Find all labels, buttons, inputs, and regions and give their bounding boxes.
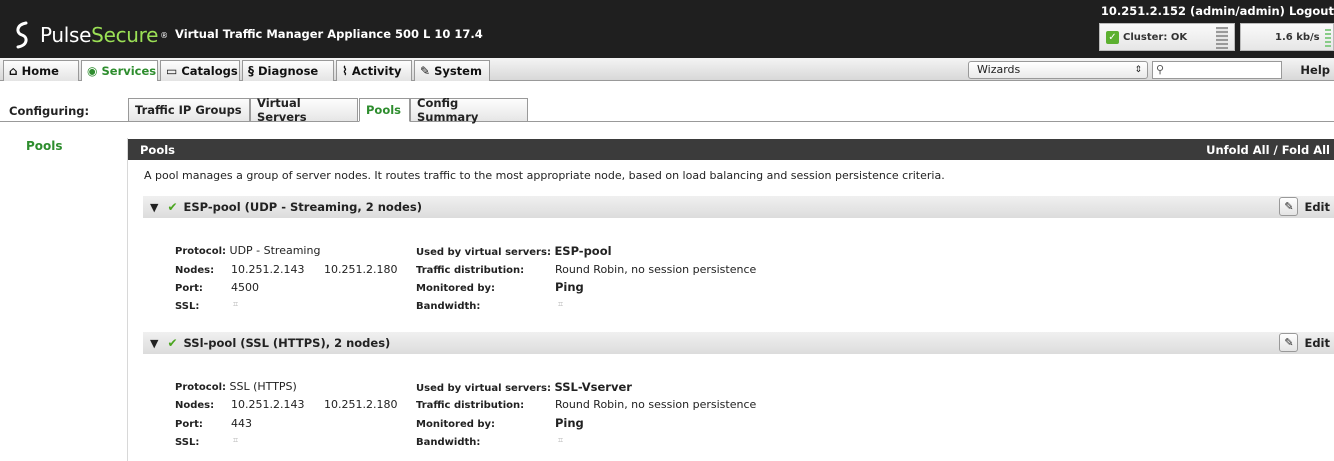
trademark: ® — [160, 30, 169, 40]
tab-traffic-ip-groups[interactable]: Traffic IP Groups — [128, 98, 250, 122]
sidebar-divider — [127, 138, 128, 461]
virtual-server-link[interactable]: ESP-pool — [554, 244, 611, 258]
bandwidth-unset-icon: ⌗ — [558, 436, 564, 446]
brand-name: PulseSecure — [40, 23, 159, 47]
pool-header-ssl[interactable]: ▼ ✔ SSl-pool (SSL (HTTPS), 2 nodes) ✎ Ed… — [143, 332, 1334, 354]
select-arrows-icon: ⇕ — [1134, 65, 1142, 75]
tab-virtual-servers[interactable]: Virtual Servers — [250, 96, 358, 124]
globe-icon: ◉ — [87, 64, 98, 78]
section-description: A pool manages a group of server nodes. … — [144, 169, 945, 182]
bandwidth-label: Bandwidth: — [416, 437, 481, 448]
port-value: 443 — [231, 417, 252, 430]
search-input[interactable]: ⚲ — [1152, 61, 1282, 79]
sidebar-item-pools[interactable]: Pools — [26, 139, 63, 153]
search-icon: ⚲ — [1156, 63, 1165, 76]
product-name: Virtual Traffic Manager Appliance 500 L … — [175, 27, 483, 41]
book-icon: ▭ — [166, 64, 178, 78]
collapse-triangle-icon[interactable]: ▼ — [150, 337, 158, 350]
nav-activity[interactable]: ⌇ Activity — [336, 60, 412, 81]
bandwidth-unset-icon: ⌗ — [558, 300, 564, 310]
traffic-value: Round Robin, no session persistence — [555, 398, 757, 411]
host-logout-link[interactable]: 10.251.2.152 (admin/admin) Logout — [1101, 4, 1334, 18]
app-header: PulseSecure ® Virtual Traffic Manager Ap… — [0, 0, 1334, 58]
node-ip: 10.251.2.180 — [324, 263, 398, 276]
traffic-label: Traffic distribution: — [416, 400, 525, 411]
pool-header-esp[interactable]: ▼ ✔ ESP-pool (UDP - Streaming, 2 nodes) … — [143, 196, 1334, 218]
nav-system[interactable]: ✎ System — [414, 60, 490, 81]
activity-chart-icon: ⌇ — [342, 64, 348, 78]
protocol-row: Protocol: UDP - Streaming — [175, 244, 321, 257]
pools-section-header: Pools Unfold All / Fold All — [128, 139, 1334, 160]
port-label: Port: — [175, 283, 203, 294]
status-ok-icon: ✔ — [167, 336, 178, 350]
traffic-rate-value: 1.6 kb/s — [1275, 31, 1320, 43]
cluster-meter-icon — [1216, 27, 1228, 49]
pool-title: ESP-pool (UDP - Streaming, 2 nodes) — [183, 200, 422, 214]
pulse-logo-icon — [16, 21, 28, 49]
unfold-fold-all-link[interactable]: Unfold All / Fold All — [1206, 143, 1330, 157]
used-by-row: Used by virtual servers: SSL-Vserver — [416, 380, 632, 394]
status-ok-icon: ✔ — [167, 200, 178, 214]
traffic-label: Traffic distribution: — [416, 265, 525, 276]
nav-services[interactable]: ◉ Services — [81, 60, 158, 81]
monitor-link[interactable]: Ping — [555, 416, 584, 430]
nodes-label: Nodes: — [175, 400, 215, 411]
pencil-icon: ✎ — [1279, 333, 1299, 352]
home-icon: ⌂ — [9, 64, 18, 78]
used-by-row: Used by virtual servers: ESP-pool — [416, 244, 612, 258]
traffic-value: Round Robin, no session persistence — [555, 263, 757, 276]
cluster-status[interactable]: ✓ Cluster: OK — [1099, 23, 1235, 51]
traffic-rate[interactable]: 1.6 kb/s — [1240, 23, 1334, 51]
edit-button[interactable]: ✎ Edit — [1279, 333, 1330, 352]
pencil-icon: ✎ — [1279, 197, 1299, 216]
pool-title: SSl-pool (SSL (HTTPS), 2 nodes) — [183, 336, 391, 350]
port-value: 4500 — [231, 281, 259, 294]
section-title: Pools — [140, 142, 176, 157]
wrench-icon: ✎ — [420, 64, 431, 78]
node-ip: 10.251.2.143 — [231, 263, 305, 276]
ssl-label: SSL: — [175, 437, 200, 448]
help-link[interactable]: Help — [1300, 63, 1330, 77]
collapse-triangle-icon[interactable]: ▼ — [150, 201, 158, 214]
ssl-label: SSL: — [175, 301, 200, 312]
ssl-disabled-icon: ⌗ — [233, 436, 239, 446]
pulse-secure-logo: PulseSecure ® — [10, 20, 168, 50]
edit-button[interactable]: ✎ Edit — [1279, 197, 1330, 216]
tab-pools[interactable]: Pools — [359, 98, 410, 122]
ssl-disabled-icon: ⌗ — [233, 300, 239, 310]
nav-home[interactable]: ⌂ Home — [3, 60, 79, 81]
nav-catalogs[interactable]: ▭ Catalogs — [160, 60, 240, 81]
nodes-label: Nodes: — [175, 265, 215, 276]
monitor-link[interactable]: Ping — [555, 280, 584, 294]
protocol-row: Protocol: SSL (HTTPS) — [175, 380, 297, 393]
monitored-label: Monitored by: — [416, 419, 496, 430]
bandwidth-label: Bandwidth: — [416, 301, 481, 312]
configuring-label: Configuring: — [9, 104, 90, 118]
stethoscope-icon: § — [248, 64, 254, 78]
traffic-graph-icon — [1325, 29, 1331, 47]
tab-config-summary[interactable]: Config Summary — [410, 96, 528, 124]
monitored-label: Monitored by: — [416, 283, 496, 294]
nav-diagnose[interactable]: § Diagnose — [242, 60, 334, 81]
virtual-server-link[interactable]: SSL-Vserver — [554, 380, 632, 394]
wizards-select[interactable]: Wizards ⇕ — [968, 61, 1148, 79]
node-ip: 10.251.2.143 — [231, 398, 305, 411]
check-icon: ✓ — [1106, 30, 1119, 44]
port-label: Port: — [175, 419, 203, 430]
node-ip: 10.251.2.180 — [324, 398, 398, 411]
cluster-status-label: Cluster: OK — [1123, 31, 1188, 43]
